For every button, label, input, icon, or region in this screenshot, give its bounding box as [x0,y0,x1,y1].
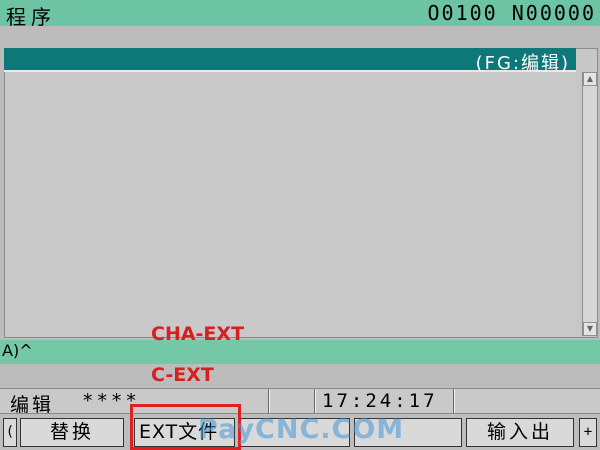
status-divider [314,389,316,413]
softkey-next-arrow[interactable]: + [579,418,597,447]
screen-title: 程序 [6,5,56,29]
softkey-prev-arrow[interactable]: ( [3,418,17,447]
vertical-scrollbar[interactable]: ▲ ▼ [582,72,597,336]
status-divider [453,389,455,413]
status-mode: 编辑 [10,394,55,416]
panel-header: (FG:编辑) [4,48,576,74]
softkey-input-output[interactable]: 输入出 [466,418,574,447]
program-edit-area[interactable] [5,73,576,335]
program-number: O0100 N00000 [427,1,596,25]
status-divider [268,389,270,413]
title-bar: 程序 O0100 N00000 [0,0,600,29]
status-clock: 17:24:17 [322,390,438,412]
scroll-up-icon[interactable]: ▲ [583,72,597,86]
status-bar: 编辑 **** 17:24:17 [0,388,600,416]
key-input-line[interactable]: A)^ [0,340,600,364]
input-prompt: A)^ [2,341,33,360]
softkey-replace[interactable]: 替换 [20,418,124,447]
watermark-logo: PayCNC.COM [198,414,405,445]
annotation-cha-ext: CHA-EXT [151,323,245,345]
annotation-c-ext: C-EXT [151,364,214,386]
foreground-edit-label: (FG:编辑) [475,53,570,74]
scroll-down-icon[interactable]: ▼ [583,322,597,336]
